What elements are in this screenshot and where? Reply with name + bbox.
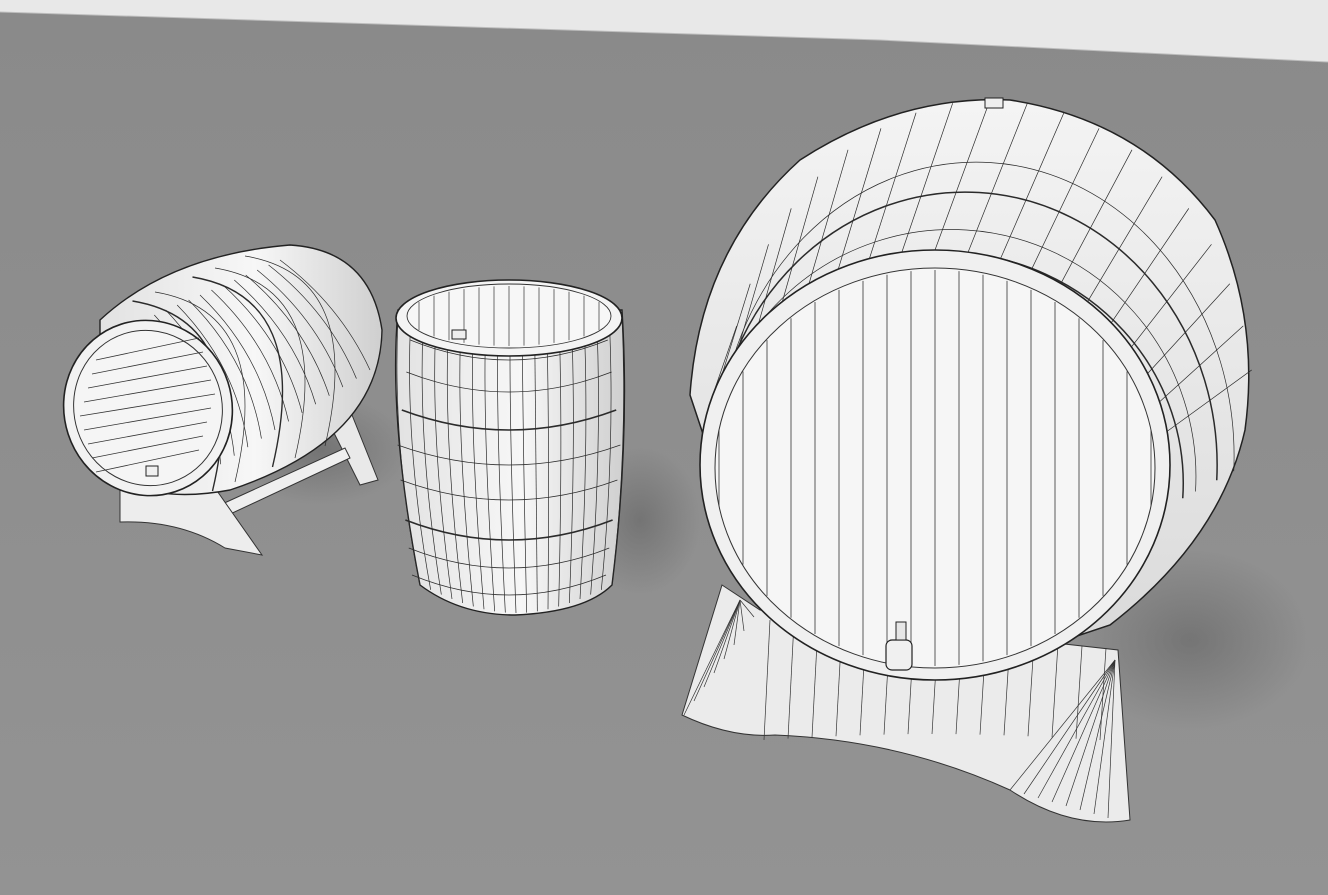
bung [984, 97, 1004, 109]
tap [885, 639, 913, 671]
bung [451, 329, 467, 340]
render-viewport [0, 0, 1328, 895]
tap [145, 465, 159, 477]
upright-barrel [394, 279, 626, 616]
